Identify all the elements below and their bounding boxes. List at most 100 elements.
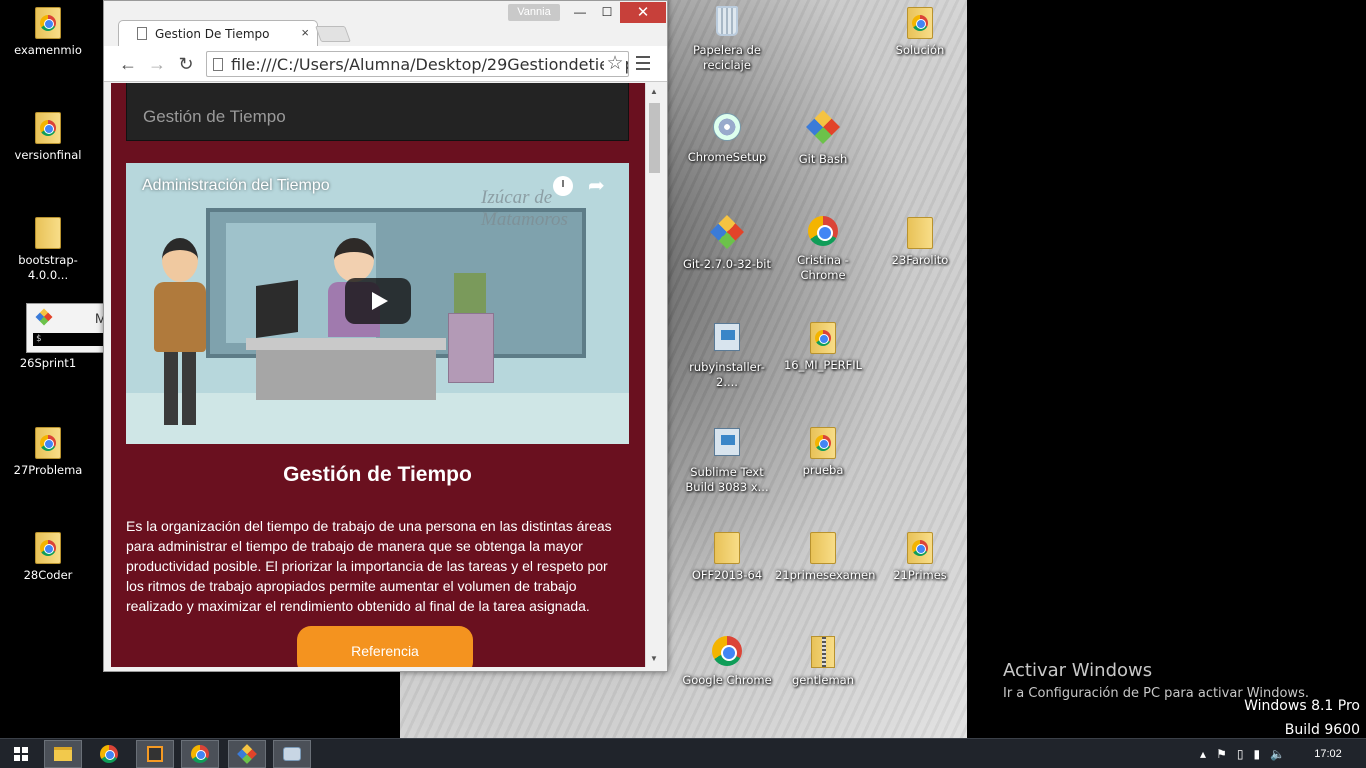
maximize-icon: ☐ (601, 5, 613, 19)
desktop-icon-git-bash[interactable]: Git Bash (775, 110, 871, 167)
desktop-icon-label: ChromeSetup (687, 150, 767, 164)
chrome-folder-icon (806, 321, 840, 355)
desktop-icon-git-installer[interactable]: Git-2.7.0-32-bit (679, 215, 775, 272)
scroll-down-arrow-icon[interactable]: ▼ (650, 654, 658, 663)
windows-version: Windows 8.1 Pro Build 9600 (1244, 694, 1360, 742)
watch-later-icon[interactable] (553, 176, 573, 196)
git-icon (806, 110, 840, 149)
share-icon[interactable]: ➦ (588, 173, 605, 198)
windows-logo-icon (14, 747, 28, 761)
desktop-icon-21primes[interactable]: 21Primes (872, 531, 968, 583)
desktop-icon-label: Git-2.7.0-32-bit (683, 257, 771, 271)
taskbar-file-explorer[interactable] (44, 740, 82, 768)
desktop-icon-mi-perfil[interactable]: 16_MI_PERFIL (775, 321, 871, 373)
desktop-icon-label: 26Sprint1 (19, 356, 77, 370)
video-scene-binders (454, 273, 486, 313)
desktop-icon-21primesexamen[interactable]: 21primesexamen (775, 531, 875, 583)
play-button[interactable] (345, 278, 411, 324)
desktop-icon-recycle-bin[interactable]: Papelera de reciclaje (679, 6, 775, 73)
new-tab-button[interactable] (315, 26, 351, 42)
browser-toolbar: ← → ↻ file:///C:/Users/Alumna/Desktop/29… (104, 46, 667, 82)
file-explorer-icon (54, 747, 72, 761)
scroll-up-arrow-icon[interactable]: ▲ (650, 87, 658, 96)
tab-title: Gestion De Tiempo (155, 27, 270, 41)
profile-badge[interactable]: Vannia (508, 4, 560, 21)
recycle-bin-icon (710, 6, 744, 40)
chrome-folder-icon (31, 111, 65, 145)
page-icon (213, 58, 223, 71)
action-center-flag-icon[interactable]: ⚑ (1216, 747, 1227, 761)
taskbar-chrome[interactable] (90, 740, 128, 768)
desktop-icon-28coder[interactable]: 28Coder (0, 531, 96, 583)
taskbar-chrome-active[interactable] (181, 740, 219, 768)
desktop-icon-off2013[interactable]: OFF2013-64 (679, 531, 775, 583)
network-icon[interactable]: ▮ (1253, 747, 1260, 761)
desktop-icon-versionfinal[interactable]: versionfinal (0, 111, 96, 163)
reference-button[interactable]: Referencia (297, 626, 473, 667)
page-icon (137, 27, 147, 40)
desktop-icon-gentleman[interactable]: gentleman (775, 636, 871, 688)
navbar-brand[interactable]: Gestión de Tiempo (143, 107, 286, 127)
address-bar[interactable]: file:///C:/Users/Alumna/Desktop/29Gestio… (206, 51, 629, 77)
desktop-icon-label: gentleman (792, 673, 854, 687)
folder-icon (31, 216, 65, 250)
desktop-icon-rubyinstaller[interactable]: rubyinstaller-2.... (679, 321, 775, 390)
reload-icon[interactable]: ↻ (174, 52, 198, 76)
desktop-icon-prueba[interactable]: prueba (775, 426, 871, 478)
chrome-icon (710, 636, 744, 670)
desktop-icon-chromesetup[interactable]: ChromeSetup (679, 111, 775, 165)
git-bash-window-fragment[interactable]: M $ (26, 303, 107, 353)
desktop-icon-label: prueba (802, 463, 844, 477)
taskbar-git-bash[interactable] (228, 740, 266, 768)
desktop-icon-26sprint1[interactable]: 26Sprint1 (0, 356, 96, 371)
desktop-icon-label: 21Primes (893, 568, 947, 582)
vertical-scrollbar[interactable]: ▲ ▼ (645, 83, 662, 667)
video-character-man (150, 238, 210, 428)
chrome-icon (806, 216, 840, 250)
tab-gestion-de-tiempo[interactable]: Gestion De Tiempo × (118, 20, 318, 47)
youtube-video-embed[interactable]: Administración del Tiempo Izúcar de Mata… (126, 163, 629, 444)
windows-edition: Windows 8.1 Pro (1244, 698, 1360, 714)
desktop-icon-google-chrome[interactable]: Google Chrome (679, 636, 775, 688)
start-button[interactable] (2, 740, 40, 768)
section-paragraph: Es la organización del tiempo de trabajo… (126, 518, 612, 614)
show-hidden-icons-chevron-icon[interactable]: ▴ (1200, 747, 1206, 761)
device-icon[interactable]: ▯ (1237, 747, 1244, 761)
taskbar-sublime-text[interactable] (136, 740, 174, 768)
desktop-icon-label: 27Problema (13, 463, 83, 477)
maximize-button[interactable]: ☐ (593, 1, 621, 23)
desktop-icon-label: 28Coder (23, 568, 73, 582)
tab-close-icon[interactable]: × (301, 25, 309, 40)
desktop-icon-label: bootstrap-4.0.0... (18, 253, 78, 282)
chrome-window[interactable]: Vannia — ☐ ✕ Gestion De Tiempo × ← → ↻ f… (103, 0, 668, 672)
minimize-button[interactable]: — (566, 1, 594, 23)
git-icon (237, 744, 257, 764)
desktop-icon-label: Solución (895, 43, 945, 57)
desktop-icon-examenmio[interactable]: examenmio (0, 6, 96, 58)
desktop-icon-label: 16_MI_PERFIL (783, 358, 863, 372)
back-arrow-icon[interactable]: ← (116, 52, 140, 76)
forward-arrow-icon[interactable]: → (145, 52, 169, 76)
desktop-icon-bootstrap[interactable]: bootstrap-4.0.0... (0, 216, 96, 283)
close-window-button[interactable]: ✕ (620, 2, 666, 23)
menu-hamburger-icon[interactable] (636, 56, 650, 70)
desktop-icon-cristina-chrome[interactable]: Cristina - Chrome (775, 216, 871, 283)
taskbar-ruby-installer[interactable] (273, 740, 311, 768)
video-watermark: Izúcar de Matamoros (481, 187, 568, 230)
desktop-icon-label: Google Chrome (682, 673, 772, 687)
scrollbar-thumb[interactable] (649, 103, 660, 173)
folder-icon (903, 216, 937, 250)
sublime-text-icon (147, 746, 163, 762)
chrome-folder-icon (806, 426, 840, 460)
taskbar-clock[interactable]: 17:02 (1295, 748, 1361, 760)
desktop-icon-27problema[interactable]: 27Problema (0, 426, 96, 478)
minimize-icon: — (574, 5, 586, 19)
desktop-icon-sublime-installer[interactable]: Sublime Text Build 3083 x... (679, 426, 775, 495)
desktop-icon-solucion[interactable]: Solución (872, 6, 968, 58)
video-scene-cabinet (448, 313, 494, 383)
bookmark-star-icon[interactable]: ☆ (604, 52, 626, 76)
desktop-icon-23farolito[interactable]: 23Farolito (872, 216, 968, 268)
desktop-icon-label: OFF2013-64 (691, 568, 763, 582)
video-title[interactable]: Administración del Tiempo (142, 177, 330, 195)
volume-icon[interactable]: 🔈 (1270, 747, 1285, 761)
